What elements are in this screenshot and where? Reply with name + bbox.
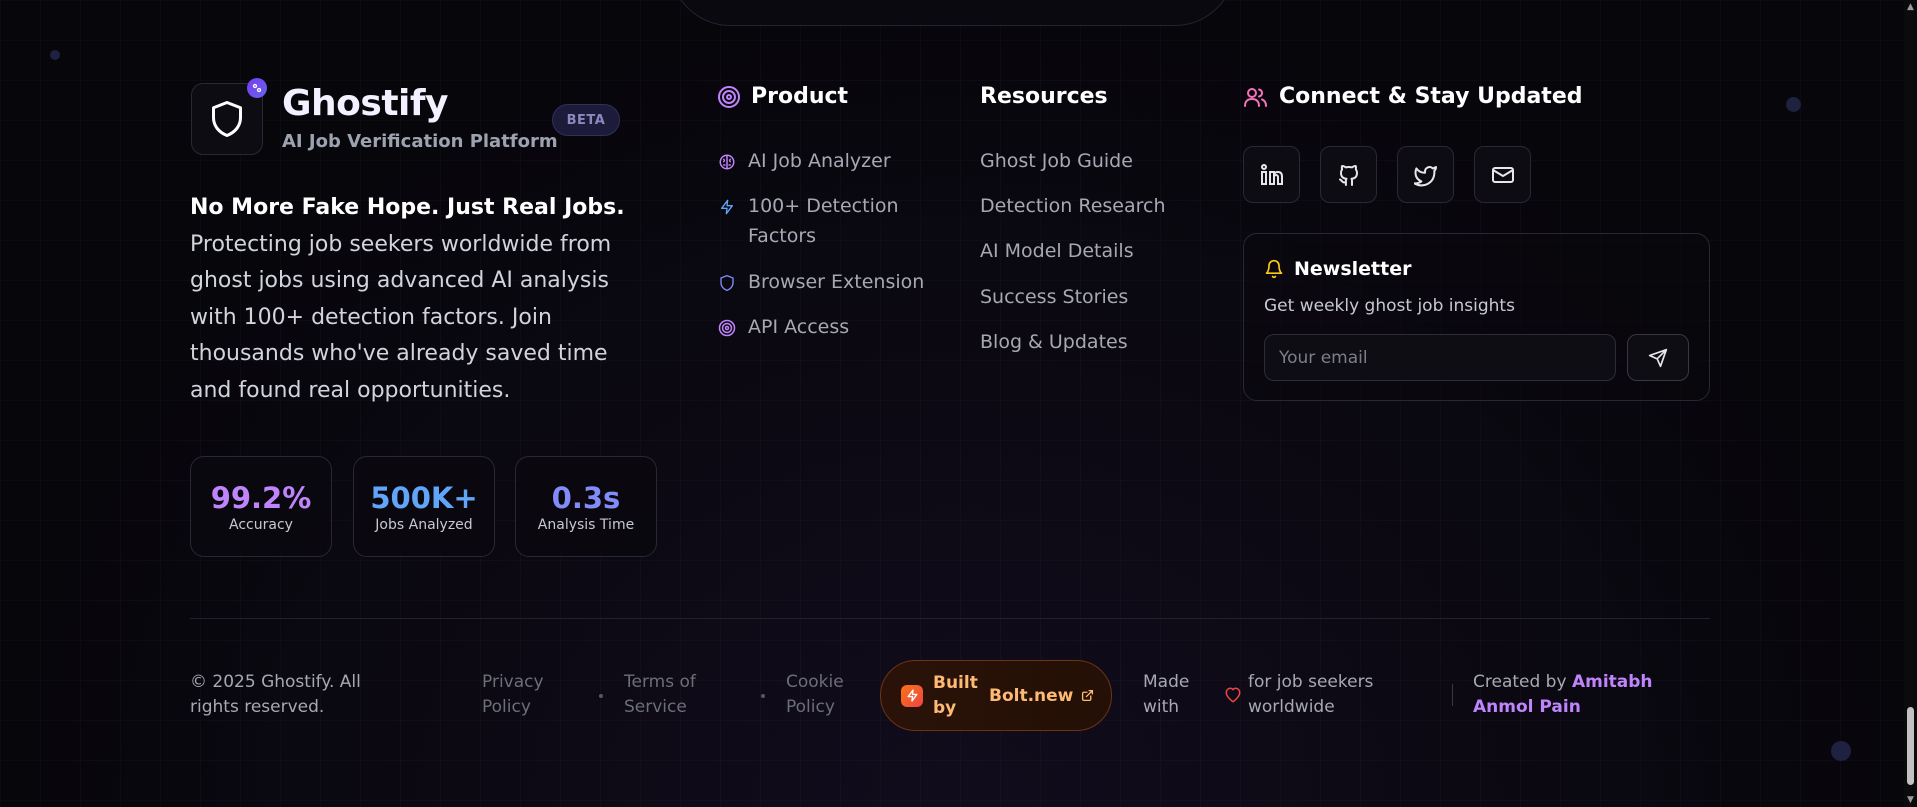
- scrollbar-thumb[interactable]: [1907, 707, 1914, 785]
- stat-card: 500K+ Jobs Analyzed: [353, 456, 495, 557]
- beta-badge: BETA: [552, 104, 620, 136]
- heart-icon: [1225, 687, 1241, 703]
- newsletter-submit-button[interactable]: [1627, 334, 1689, 381]
- product-title: Product: [751, 84, 849, 109]
- footer-divider: [190, 618, 1710, 619]
- decor-dot: [50, 50, 60, 60]
- scroll-up-arrow-icon[interactable]: ▲: [1906, 2, 1915, 12]
- users-icon: [1244, 87, 1267, 107]
- bolt-built-by: Built by: [933, 672, 978, 718]
- product-link-label: 100+ Detection Factors: [748, 195, 899, 247]
- resource-link[interactable]: Success Stories: [980, 286, 1128, 308]
- newsletter-card: Newsletter Get weekly ghost job insights: [1243, 233, 1710, 401]
- bolt-logo: [901, 684, 923, 707]
- send-icon: [1648, 348, 1668, 367]
- email-button[interactable]: [1474, 146, 1531, 203]
- newsletter-heading: Newsletter: [1264, 258, 1411, 280]
- zap-icon: [906, 689, 918, 702]
- twitter-button[interactable]: [1397, 146, 1454, 203]
- mail-icon: [1491, 166, 1514, 183]
- creator-credit: Created by Amitabh Anmol Pain: [1473, 670, 1703, 720]
- created-by-label: Created by: [1473, 672, 1567, 692]
- target-icon: [718, 85, 740, 108]
- twitter-icon: [1413, 165, 1437, 186]
- shield-icon: [720, 274, 734, 291]
- vertical-separator: [1452, 684, 1453, 706]
- stat-label: Analysis Time: [537, 517, 635, 533]
- brand-name: Ghostify: [282, 83, 449, 124]
- product-link-ai-job-analyzer[interactable]: AI Job Analyzer: [717, 150, 891, 172]
- scroll-down-arrow-icon[interactable]: ▼: [1906, 795, 1915, 805]
- linkedin-icon: [1260, 163, 1283, 185]
- resource-link[interactable]: Detection Research: [980, 195, 1166, 217]
- bolt-name: Bolt.new: [989, 685, 1074, 706]
- stat-label: Jobs Analyzed: [375, 517, 473, 533]
- product-link-label: AI Job Analyzer: [748, 150, 891, 172]
- stat-value: 0.3s: [551, 481, 621, 515]
- zap-icon: [721, 199, 733, 215]
- stat-card: 99.2% Accuracy: [190, 456, 332, 557]
- stat-value: 500K+: [370, 481, 478, 515]
- separator-dot: [761, 694, 765, 698]
- resource-link[interactable]: Blog & Updates: [980, 331, 1128, 353]
- shield-icon: [212, 101, 242, 137]
- newsletter-title: Newsletter: [1294, 258, 1412, 280]
- sparkle-icon: [252, 83, 262, 93]
- decor-dot: [1831, 741, 1851, 761]
- connect-title: Connect & Stay Updated: [1279, 84, 1583, 109]
- brand-description: No More Fake Hope. Just Real Jobs. Prote…: [190, 190, 650, 409]
- terms-of-service-link[interactable]: Terms of Service: [624, 670, 704, 720]
- product-link-api-access[interactable]: API Access: [717, 316, 849, 338]
- separator-dot: [599, 694, 603, 698]
- brand-headline: No More Fake Hope. Just Real Jobs.: [190, 195, 625, 220]
- product-link-detection-factors[interactable]: 100+ Detection Factors: [717, 195, 908, 251]
- logo-badge: [247, 78, 267, 98]
- external-link-icon: [1081, 689, 1094, 702]
- built-with-bolt-badge[interactable]: Built by Bolt.new: [880, 660, 1112, 731]
- product-link-browser-extension[interactable]: Browser Extension: [717, 271, 924, 293]
- product-heading: Product: [717, 84, 848, 109]
- product-link-label: API Access: [748, 316, 850, 338]
- scrollbar[interactable]: ▲ ▼: [1904, 0, 1917, 807]
- newsletter-email-input[interactable]: [1264, 334, 1616, 381]
- made-with-text: Made with: [1143, 672, 1190, 717]
- stat-card: 0.3s Analysis Time: [515, 456, 657, 557]
- newsletter-subtitle: Get weekly ghost job insights: [1264, 296, 1515, 316]
- top-card-edge: [670, 0, 1235, 26]
- bell-icon: [1265, 259, 1283, 279]
- target-icon: [718, 319, 736, 337]
- resources-heading: Resources: [980, 84, 1108, 109]
- made-for-text: for job seekers worldwide: [1248, 672, 1374, 717]
- github-button[interactable]: [1320, 146, 1377, 203]
- resource-link[interactable]: Ghost Job Guide: [980, 150, 1133, 172]
- brain-icon: [719, 154, 735, 170]
- github-icon: [1338, 164, 1358, 186]
- decor-dot: [1786, 97, 1801, 112]
- resource-link[interactable]: AI Model Details: [980, 240, 1134, 262]
- linkedin-button[interactable]: [1243, 146, 1300, 203]
- privacy-policy-link[interactable]: Privacy Policy: [482, 670, 552, 720]
- connect-heading: Connect & Stay Updated: [1243, 84, 1583, 109]
- product-link-label: Browser Extension: [748, 271, 925, 293]
- cookie-policy-link[interactable]: Cookie Policy: [786, 670, 856, 720]
- stat-label: Accuracy: [229, 517, 293, 533]
- brand-description-text: Protecting job seekers worldwide from gh…: [190, 231, 612, 403]
- copyright: © 2025 Ghostify. All rights reserved.: [190, 672, 361, 717]
- stat-value: 99.2%: [210, 481, 312, 515]
- brand-tagline: AI Job Verification Platform: [282, 131, 558, 152]
